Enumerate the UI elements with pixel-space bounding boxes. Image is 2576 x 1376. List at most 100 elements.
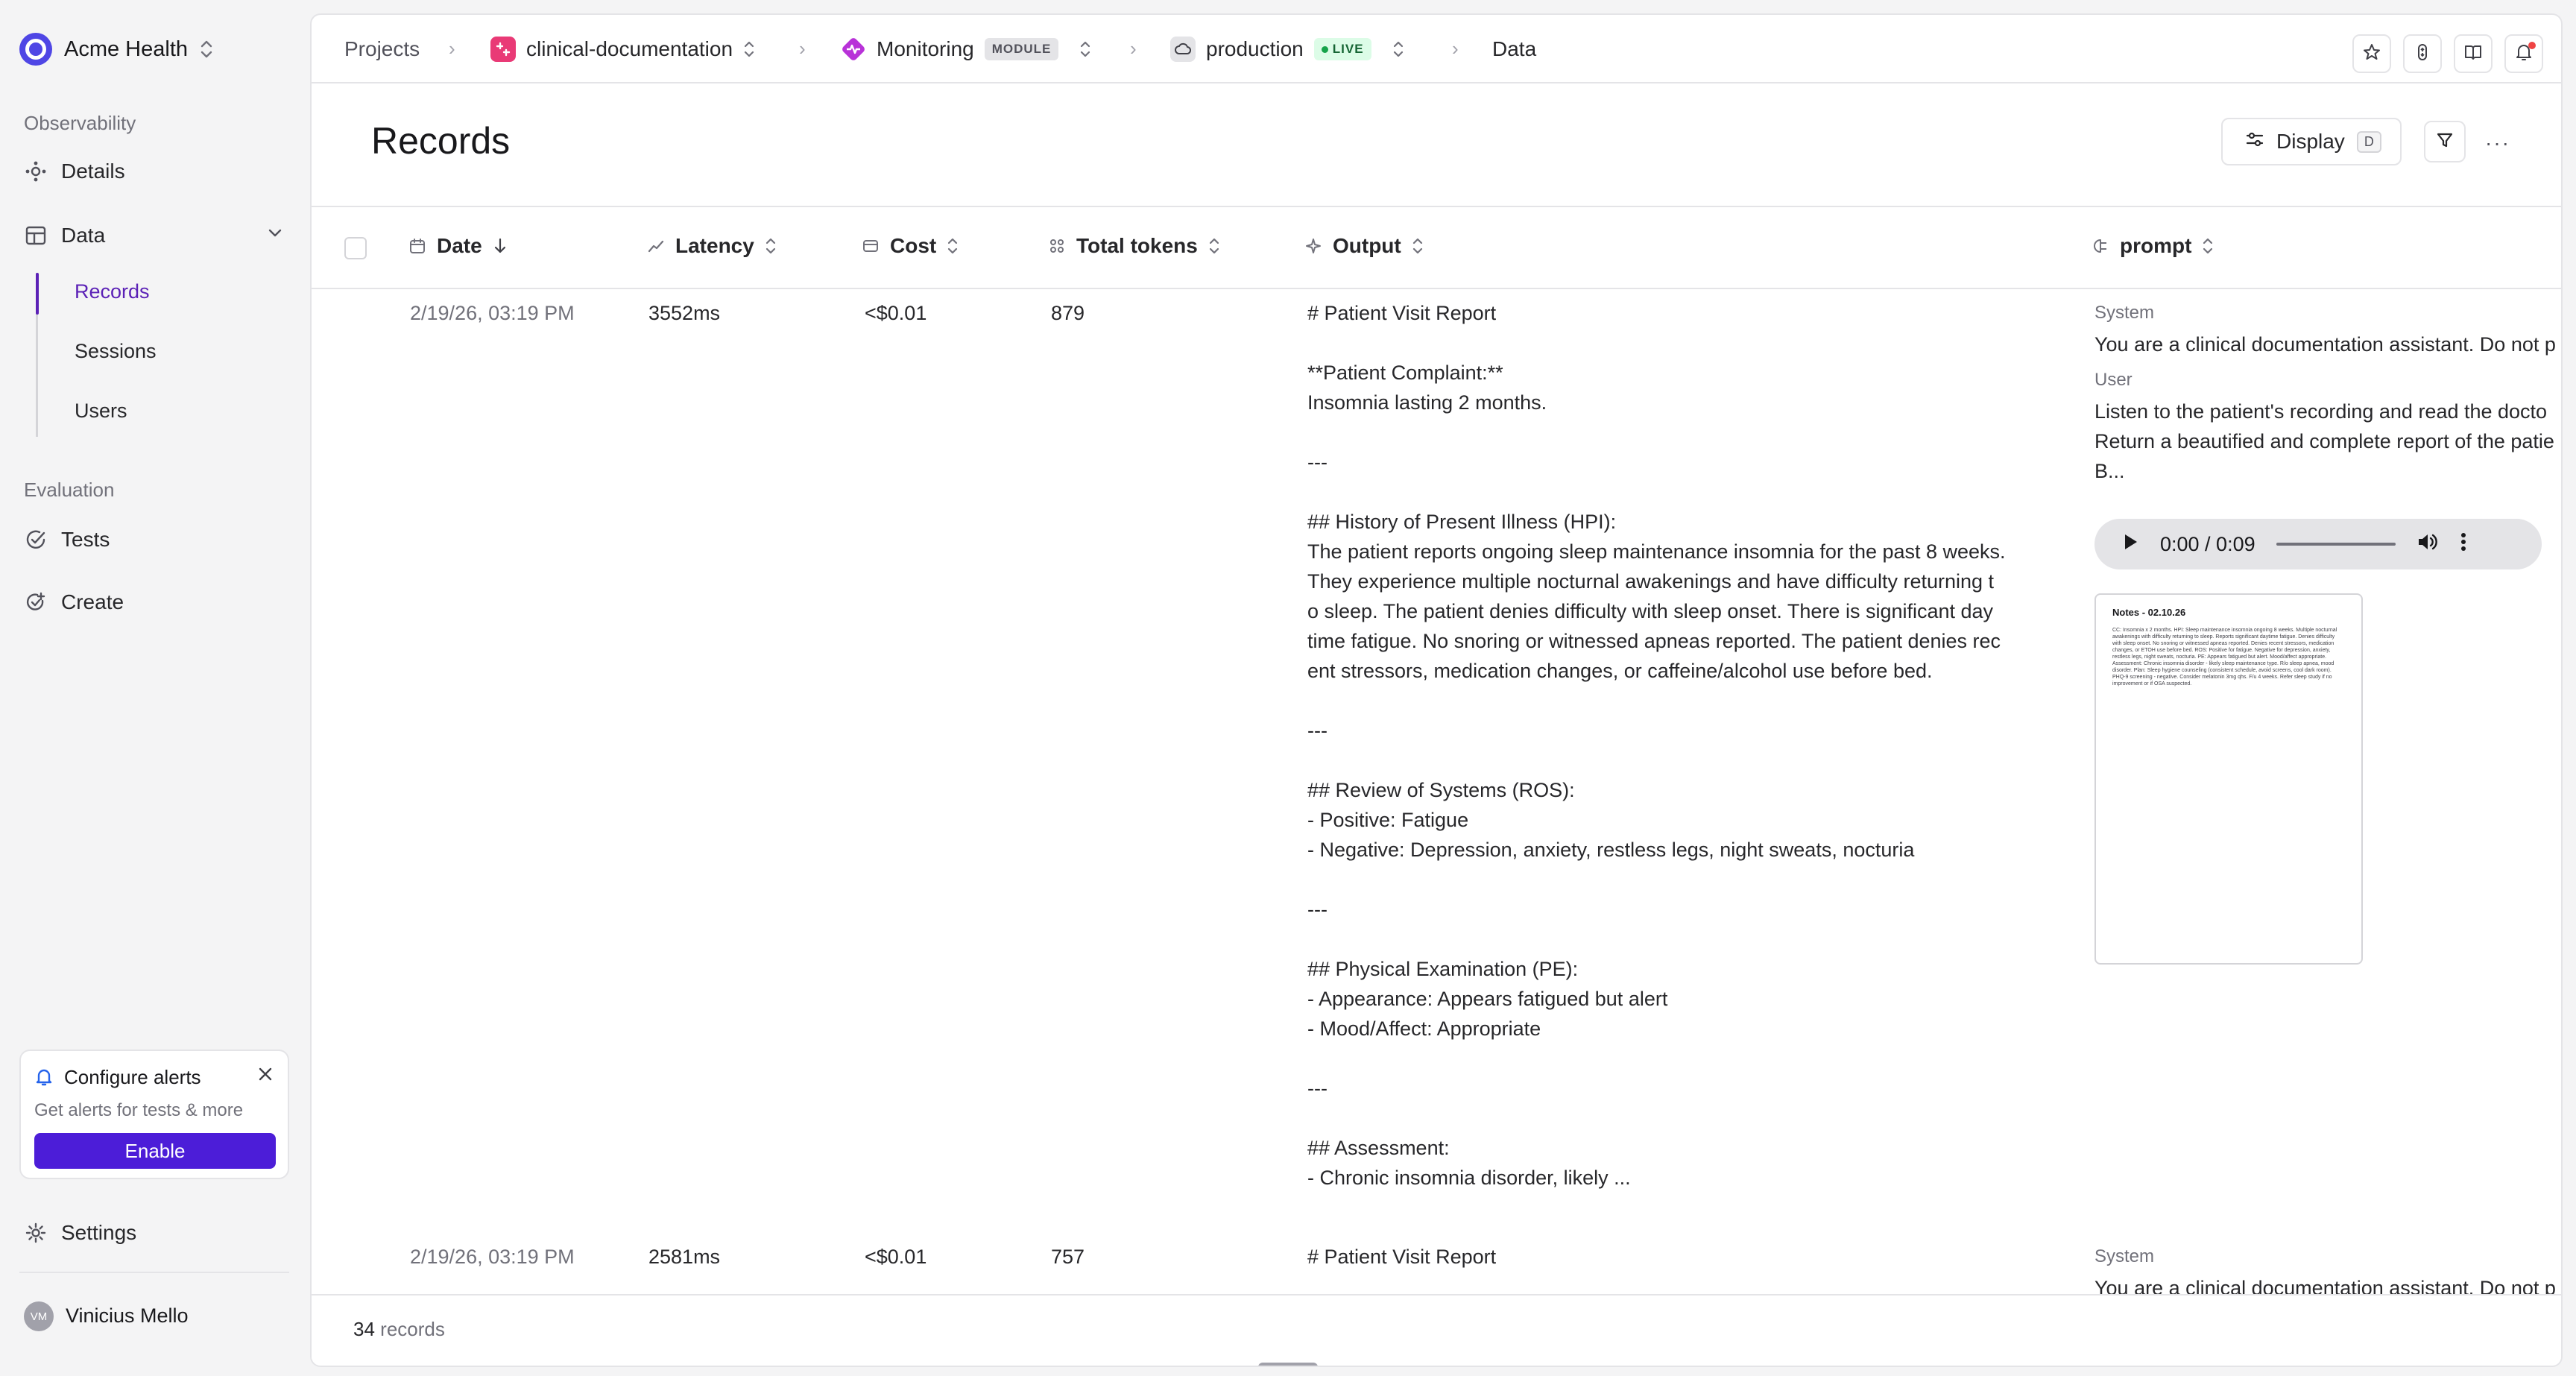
book-icon <box>2463 42 2483 66</box>
prompt-user-text: Listen to the patient's recording and re… <box>2094 400 2548 423</box>
sync-button[interactable] <box>2403 34 2442 73</box>
column-label: Total tokens <box>1076 234 1198 257</box>
sidebar-item-label: Create <box>61 590 124 613</box>
sliders-icon <box>2245 130 2264 154</box>
chevron-up-down-icon[interactable] <box>1392 40 1404 58</box>
column-label: Cost <box>890 234 937 257</box>
note-body: CC: Insomnia x 2 months. HPI: Sleep main… <box>2112 628 2337 687</box>
sidebar-item-settings[interactable]: Settings <box>24 1215 136 1251</box>
sidebar-item-data[interactable]: Data <box>24 218 285 253</box>
sort-icon[interactable] <box>947 237 959 255</box>
prompt-icon <box>2092 237 2109 255</box>
column-header-total-tokens[interactable]: Total tokens <box>1048 234 1220 258</box>
arrow-down-icon[interactable] <box>493 237 508 255</box>
notes-image-thumbnail[interactable]: Notes - 02.10.26 CC: Insomnia x 2 months… <box>2094 593 2363 965</box>
enable-alerts-button[interactable]: Enable <box>34 1133 276 1169</box>
org-switcher[interactable]: Acme Health <box>19 33 213 66</box>
sidebar-item-label: Tests <box>61 528 110 551</box>
pulse-icon <box>841 37 866 62</box>
breadcrumb-projects[interactable]: Projects <box>344 34 420 64</box>
more-vertical-icon[interactable] <box>2460 531 2467 558</box>
prompt-user-text: Return a beautified and complete report … <box>2094 430 2554 452</box>
display-label: Display <box>2276 130 2345 153</box>
prompt-system-text: You are a clinical documentation assista… <box>2094 333 2556 356</box>
volume-icon[interactable] <box>2416 531 2439 558</box>
cell-date: 2/19/26, 03:19 PM <box>410 302 575 324</box>
sort-icon[interactable] <box>1208 237 1220 255</box>
org-name: Acme Health <box>64 37 189 61</box>
audio-player[interactable]: 0:00 / 0:09 <box>2094 519 2542 569</box>
sidebar-item-create[interactable]: Create <box>24 584 124 620</box>
project-icon <box>490 37 516 62</box>
column-header-latency[interactable]: Latency <box>647 234 777 258</box>
chevron-up-down-icon <box>200 40 213 59</box>
breadcrumb-project[interactable]: clinical-documentation <box>490 34 755 64</box>
resize-handle[interactable] <box>1258 1363 1318 1366</box>
sidebar-item-label: Details <box>61 160 125 183</box>
audio-progress-track[interactable] <box>2276 543 2396 546</box>
select-all-checkbox[interactable] <box>344 237 367 259</box>
sort-icon[interactable] <box>765 237 777 255</box>
prompt-user-label: User <box>2094 370 2133 390</box>
breadcrumb: Projects › clinical-documentation › Moni… <box>312 15 2561 83</box>
breadcrumb-label: clinical-documentation <box>526 37 733 60</box>
column-label: Date <box>437 234 482 257</box>
cell-latency: 2581ms <box>648 1246 721 1268</box>
column-header-cost[interactable]: Cost <box>862 234 959 258</box>
record-count-value: 34 <box>353 1318 375 1340</box>
sort-icon[interactable] <box>2202 237 2214 255</box>
sidebar-item-tests[interactable]: Tests <box>24 522 110 558</box>
chevron-up-down-icon[interactable] <box>743 40 755 58</box>
column-header-prompt[interactable]: prompt <box>2092 234 2214 258</box>
notifications-button[interactable] <box>2504 34 2543 73</box>
sidebar-item-sessions[interactable]: Sessions <box>75 340 157 363</box>
note-title: Notes - 02.10.26 <box>2112 607 2186 618</box>
column-header-date[interactable]: Date <box>408 234 508 258</box>
sidebar: Acme Health Observability Details Data R… <box>0 0 309 1376</box>
chevron-right-icon: › <box>449 37 455 60</box>
alert-description: Get alerts for tests & more <box>34 1100 244 1120</box>
section-label-observability: Observability <box>24 112 136 134</box>
more-options-button[interactable]: ··· <box>2485 131 2510 155</box>
docs-button[interactable] <box>2454 34 2493 73</box>
user-name[interactable]: Vinicius Mello <box>66 1304 189 1328</box>
check-circle-icon <box>24 528 48 552</box>
column-label: prompt <box>2120 234 2192 257</box>
calendar-icon <box>408 237 426 255</box>
sidebar-item-label: Settings <box>61 1221 137 1244</box>
cell-output: # Patient Visit Report **Patient Complai… <box>1307 302 2006 1189</box>
close-icon[interactable] <box>256 1064 274 1088</box>
cell-tokens: 757 <box>1051 1246 1085 1268</box>
breadcrumb-module[interactable]: Monitoring MODULE <box>841 34 1091 64</box>
chevron-up-down-icon[interactable] <box>1079 40 1091 58</box>
section-label-evaluation: Evaluation <box>24 479 115 501</box>
sort-icon[interactable] <box>1412 237 1424 255</box>
avatar[interactable]: VM <box>24 1301 54 1331</box>
cell-output: # Patient Visit Report <box>1307 1246 1497 1268</box>
configure-alerts-card: Configure alerts Get alerts for tests & … <box>19 1050 289 1179</box>
chevron-down-icon[interactable] <box>265 224 285 248</box>
star-button[interactable] <box>2352 34 2391 73</box>
sidebar-item-users[interactable]: Users <box>75 400 127 423</box>
breadcrumb-label: Monitoring <box>877 37 974 60</box>
cell-prompt: System You are a clinical documentation … <box>2094 298 2556 486</box>
page-title: Records <box>371 120 511 162</box>
column-header-output[interactable]: Output <box>1304 234 1424 258</box>
subnav-active-indicator <box>36 273 39 315</box>
display-button[interactable]: Display D <box>2221 118 2402 165</box>
live-badge: LIVE <box>1313 38 1371 60</box>
chevron-right-icon: › <box>799 37 806 60</box>
breadcrumb-environment[interactable]: production LIVE <box>1170 34 1404 64</box>
sidebar-item-records[interactable]: Records <box>75 280 150 303</box>
play-icon[interactable] <box>2121 532 2139 557</box>
filter-button[interactable] <box>2424 121 2466 162</box>
alert-title: Configure alerts <box>64 1066 201 1088</box>
record-count: 34 records <box>353 1318 445 1341</box>
notification-dot <box>2528 42 2536 49</box>
sidebar-item-details[interactable]: Details <box>24 154 125 189</box>
gear-icon <box>24 1221 48 1245</box>
breadcrumb-label: Projects <box>344 37 420 60</box>
breadcrumb-label: Data <box>1492 37 1537 60</box>
sidebar-item-label: Data <box>61 224 106 247</box>
column-label: Latency <box>675 234 754 257</box>
